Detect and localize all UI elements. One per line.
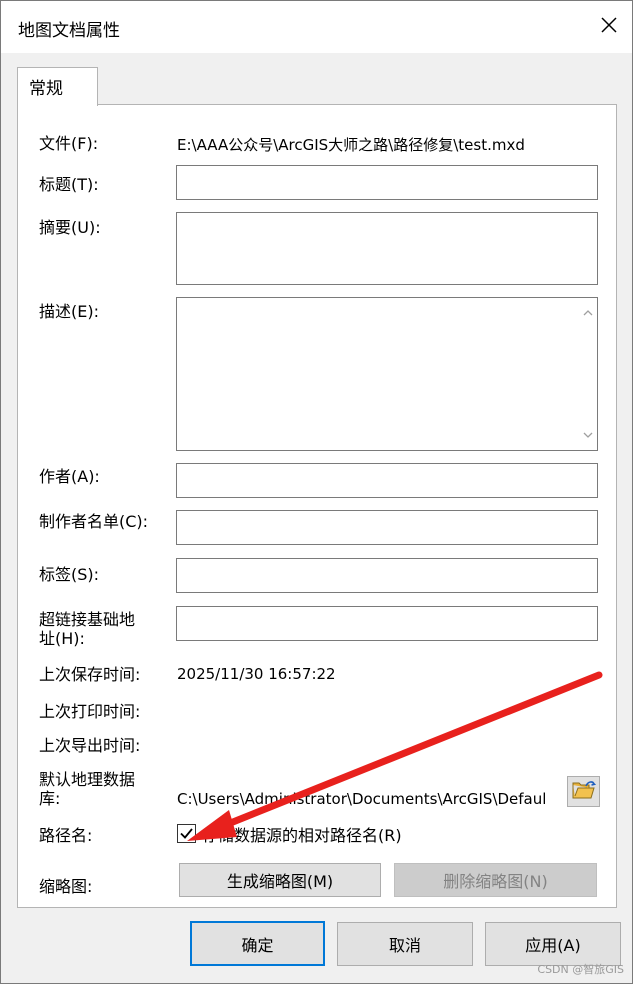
description-field[interactable] bbox=[176, 297, 598, 451]
hyperlink-base-field[interactable] bbox=[176, 606, 598, 641]
author-label: 作者(A): bbox=[39, 467, 100, 486]
default-geodatabase-label: 默认地理数据库: bbox=[39, 770, 136, 808]
file-path-value: E:\AAA公众号\ArcGIS大师之路\路径修复\test.mxd bbox=[177, 136, 525, 154]
credits-input[interactable] bbox=[177, 511, 597, 544]
description-scrollbar[interactable] bbox=[578, 298, 597, 450]
hyperlink-base-label: 超链接基础地址(H): bbox=[39, 610, 136, 648]
map-document-properties-dialog: 地图文档属性 常规 文件(F): E:\AAA公众号\ArcGIS大师之路\路径… bbox=[0, 0, 633, 984]
credits-label: 制作者名单(C): bbox=[39, 512, 149, 531]
author-input[interactable] bbox=[177, 464, 597, 497]
close-button[interactable] bbox=[586, 1, 632, 53]
tab-general-label: 常规 bbox=[29, 79, 63, 99]
delete-thumbnail-button[interactable]: 删除缩略图(N) bbox=[394, 863, 597, 897]
apply-button[interactable]: 应用(A) bbox=[485, 922, 621, 966]
close-icon bbox=[600, 16, 618, 38]
last-saved-value: 2025/11/30 16:57:22 bbox=[177, 665, 336, 683]
pathnames-label: 路径名: bbox=[39, 826, 93, 845]
title-input[interactable] bbox=[177, 166, 597, 199]
scroll-up-icon[interactable] bbox=[578, 304, 597, 322]
scroll-down-icon[interactable] bbox=[578, 426, 597, 444]
default-geodatabase-value: C:\Users\Administrator\Documents\ArcGIS\… bbox=[177, 790, 547, 808]
cancel-button[interactable]: 取消 bbox=[337, 922, 473, 966]
title-field[interactable] bbox=[176, 165, 598, 200]
open-folder-icon bbox=[572, 780, 596, 804]
tags-field[interactable] bbox=[176, 558, 598, 593]
summary-label: 摘要(U): bbox=[39, 218, 101, 237]
title-label: 标题(T): bbox=[39, 175, 99, 194]
description-label: 描述(E): bbox=[39, 302, 99, 321]
credits-field[interactable] bbox=[176, 510, 598, 545]
relative-paths-checkbox[interactable] bbox=[177, 824, 196, 843]
summary-textarea[interactable] bbox=[177, 213, 597, 284]
make-thumbnail-button[interactable]: 生成缩略图(M) bbox=[179, 863, 381, 897]
author-field[interactable] bbox=[176, 463, 598, 498]
tab-general[interactable]: 常规 bbox=[17, 67, 98, 106]
last-printed-label: 上次打印时间: bbox=[39, 702, 141, 721]
window-title: 地图文档属性 bbox=[18, 21, 120, 41]
description-textarea[interactable] bbox=[177, 298, 577, 450]
relative-paths-label[interactable]: 存储数据源的相对路径名(R) bbox=[202, 826, 402, 845]
tags-input[interactable] bbox=[177, 559, 597, 592]
watermark: CSDN @智旅GIS bbox=[537, 963, 624, 976]
title-bar: 地图文档属性 bbox=[1, 1, 632, 53]
summary-field[interactable] bbox=[176, 212, 598, 285]
browse-geodatabase-button[interactable] bbox=[567, 776, 600, 807]
last-saved-label: 上次保存时间: bbox=[39, 665, 141, 684]
last-exported-label: 上次导出时间: bbox=[39, 736, 141, 755]
thumbnail-label: 缩略图: bbox=[39, 877, 93, 896]
hyperlink-base-input[interactable] bbox=[177, 607, 597, 640]
ok-button[interactable]: 确定 bbox=[190, 921, 325, 966]
file-label: 文件(F): bbox=[39, 134, 99, 153]
tags-label: 标签(S): bbox=[39, 565, 100, 584]
